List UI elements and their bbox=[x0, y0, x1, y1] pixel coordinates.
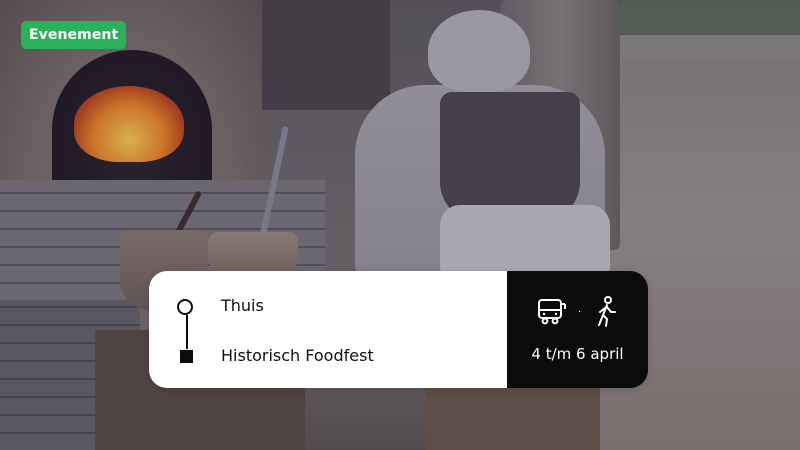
route-to-label: Historisch Foodfest bbox=[221, 346, 374, 365]
mode-separator: · bbox=[578, 307, 582, 318]
bus-icon bbox=[538, 299, 566, 325]
route-card[interactable]: Thuis Historisch Foodfest · 4 t/m 6 apri… bbox=[149, 271, 648, 388]
event-badge: Evenement bbox=[21, 21, 127, 49]
route-start-circle-icon bbox=[177, 299, 193, 315]
walk-icon bbox=[598, 296, 616, 327]
transport-panel[interactable]: · 4 t/m 6 april bbox=[507, 271, 648, 388]
transport-modes: · bbox=[535, 295, 625, 329]
route-line bbox=[186, 315, 188, 349]
route-panel[interactable]: Thuis Historisch Foodfest bbox=[149, 271, 507, 388]
route-end-square-icon bbox=[180, 350, 193, 363]
event-dates: 4 t/m 6 april bbox=[531, 345, 624, 363]
route-from-label: Thuis bbox=[221, 296, 264, 315]
event-hero[interactable]: Evenement Thuis Historisch Foodfest · 4 … bbox=[0, 0, 800, 450]
